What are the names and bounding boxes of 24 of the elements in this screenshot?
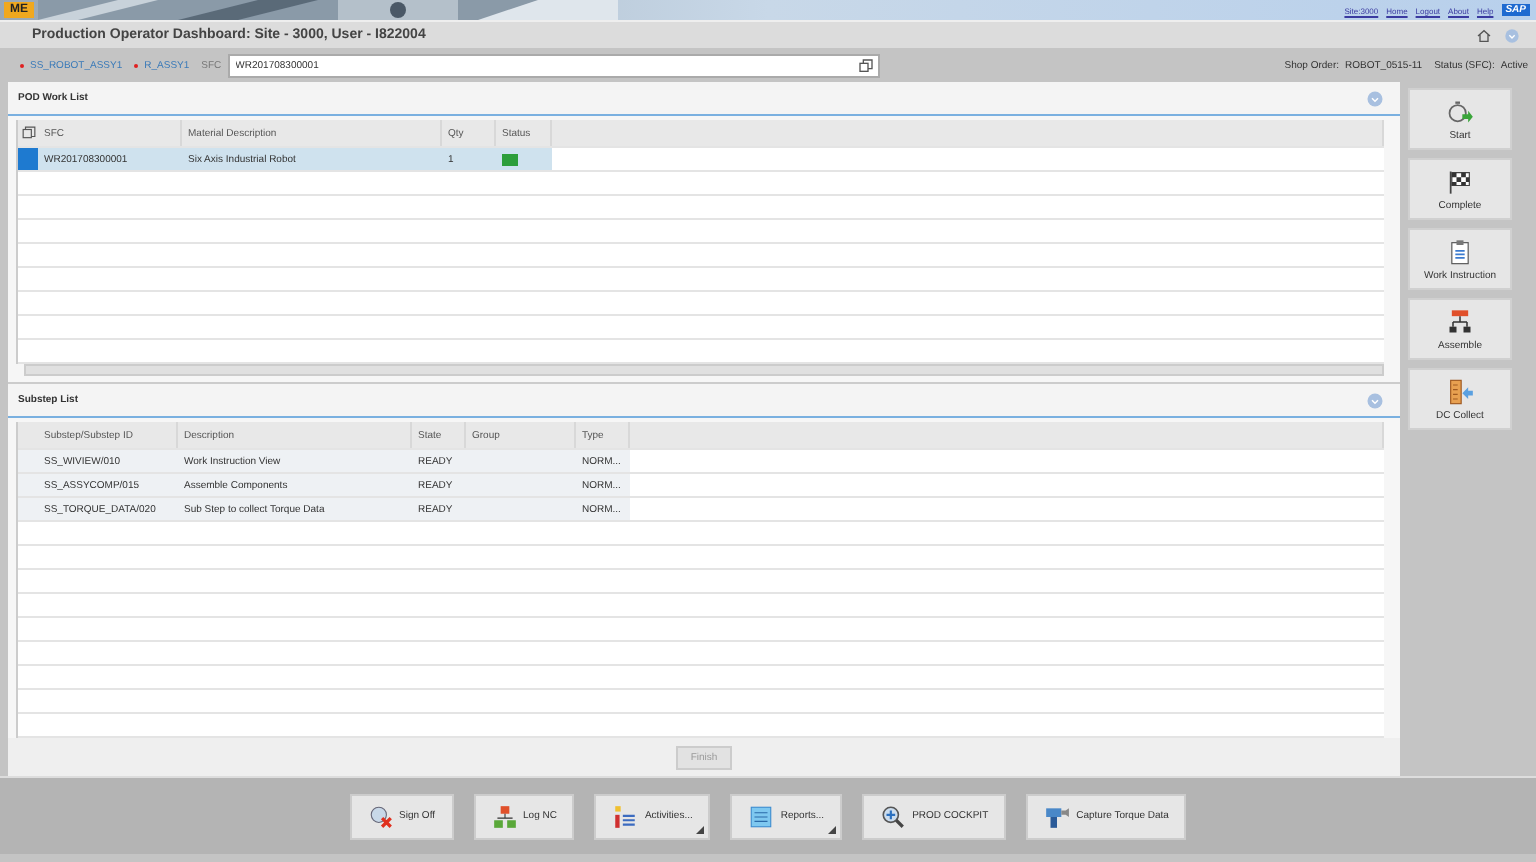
globe-cross-icon bbox=[367, 803, 394, 829]
dropdown-corner-icon bbox=[696, 825, 705, 833]
dropdown-corner-icon bbox=[828, 825, 837, 833]
checkered-flag-icon bbox=[1446, 167, 1474, 195]
list-icon bbox=[612, 803, 639, 829]
horizontal-scrollbar[interactable] bbox=[24, 364, 1384, 376]
stopwatch-arrow-icon bbox=[1446, 97, 1474, 125]
hierarchy-icon bbox=[491, 803, 518, 829]
column-menu-icon bbox=[21, 126, 35, 140]
hierarchy-icon bbox=[1446, 307, 1474, 335]
collapse-icon bbox=[1366, 89, 1384, 107]
magnifier-plus-icon bbox=[880, 803, 907, 829]
document-icon bbox=[748, 803, 775, 829]
row-selector[interactable] bbox=[18, 498, 38, 520]
drill-icon bbox=[1044, 803, 1071, 829]
collapse-icon bbox=[1366, 391, 1384, 409]
expand-icon bbox=[1504, 27, 1520, 43]
ruler-arrow-icon bbox=[1446, 377, 1474, 405]
row-selector[interactable] bbox=[18, 450, 38, 472]
clipboard-icon bbox=[1446, 237, 1474, 265]
row-selector[interactable] bbox=[18, 474, 38, 496]
row-selector[interactable] bbox=[18, 148, 38, 170]
home-icon bbox=[1476, 27, 1492, 43]
copy-icon bbox=[857, 57, 874, 73]
